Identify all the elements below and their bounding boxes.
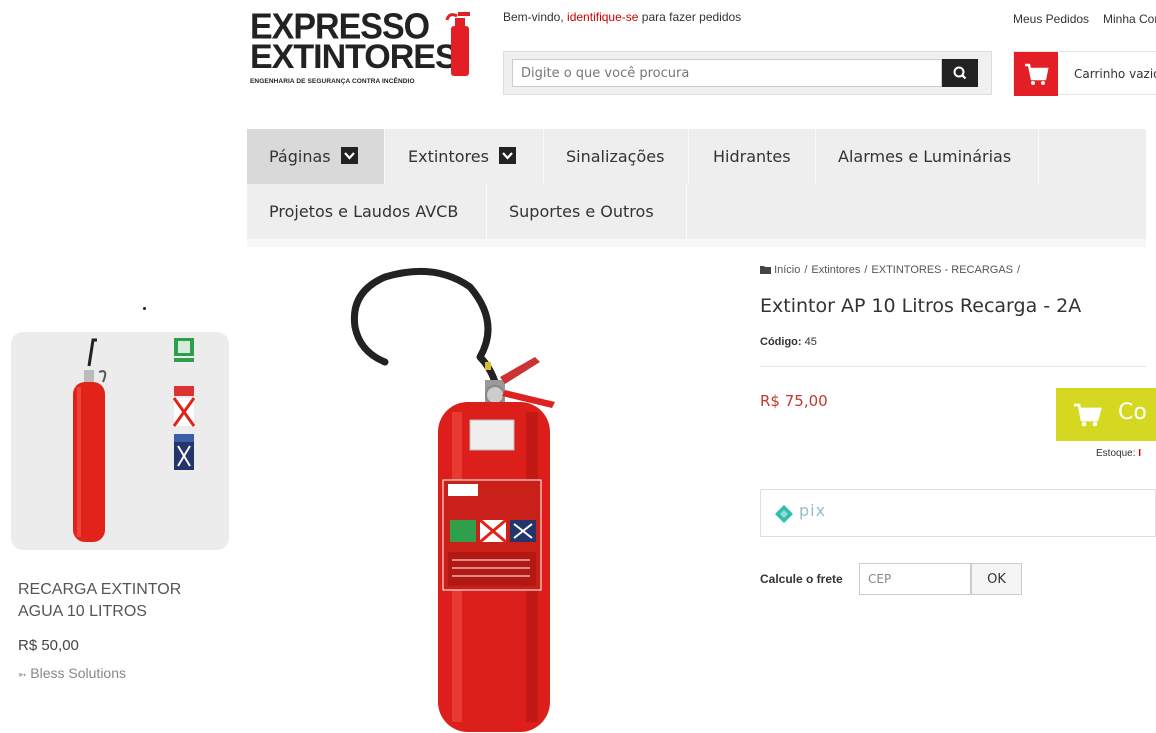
breadcrumb: Início / Extintores / EXTINTORES - RECARGAS /: [760, 264, 1024, 276]
search-button[interactable]: [942, 59, 978, 87]
nav-item-label: Extintores: [408, 147, 489, 166]
welcome-prefix: Bem-vindo,: [503, 10, 564, 24]
login-link[interactable]: identifique-se: [567, 10, 638, 24]
folder-icon: [760, 266, 771, 274]
store-logo[interactable]: EXPRESSO EXTINTORES ENGENHARIA DE SEGURA…: [248, 9, 474, 92]
related-product-price: R$ 50,00: [18, 637, 79, 654]
pix-label: pix: [799, 501, 827, 520]
breadcrumb-item-recargas[interactable]: EXTINTORES - RECARGAS: [871, 264, 1013, 276]
cart-icon: [1025, 63, 1049, 85]
stock-label: Estoque:: [1096, 448, 1136, 459]
my-account-link[interactable]: Minha Conta: [1103, 12, 1156, 26]
nav-item-label: Hidrantes: [713, 147, 791, 166]
credit-label: Bless Solutions: [30, 665, 126, 681]
extinguisher-logo-icon: [445, 12, 470, 76]
divider: [760, 366, 1146, 367]
buy-button-label: Co: [1118, 400, 1147, 425]
cep-input[interactable]: [859, 563, 971, 595]
nav-item-label: Projetos e Laudos AVCB: [269, 202, 459, 221]
breadcrumb-separator: /: [804, 264, 808, 276]
nav-item-hidrantes[interactable]: Hidrantes: [689, 129, 816, 184]
search-input[interactable]: [512, 59, 942, 87]
search-icon: [953, 66, 967, 80]
payment-pix-box: pix: [760, 489, 1156, 537]
logo-tagline: ENGENHARIA DE SEGURANÇA CONTRA INCÊNDIO: [250, 78, 415, 85]
search-bar: [503, 51, 992, 95]
chevron-down-icon: [498, 147, 516, 164]
welcome-suffix: para fazer pedidos: [641, 10, 742, 24]
breadcrumb-separator: /: [1017, 264, 1021, 276]
extinguisher-thumbnail-icon: [73, 338, 196, 542]
product-code-label: Código:: [760, 336, 802, 348]
nav-item-suportes[interactable]: Suportes e Outros: [487, 184, 687, 239]
welcome-message: Bem-vindo, identifique-se para fazer ped…: [503, 10, 741, 24]
cart-widget[interactable]: Carrinho vazio: [1013, 51, 1156, 96]
breadcrumb-item-extintores[interactable]: Extintores: [811, 264, 860, 276]
cart-icon-box[interactable]: [1014, 52, 1058, 96]
breadcrumb-item-home[interactable]: Início: [774, 264, 800, 276]
nav-item-alarmes[interactable]: Alarmes e Luminárias: [816, 129, 1039, 184]
product-image[interactable]: [330, 262, 580, 733]
decorative-dot: [143, 307, 146, 310]
nav-item-extintores[interactable]: Extintores: [385, 129, 544, 184]
nav-divider: [247, 239, 1146, 247]
nav-item-sinalizacoes[interactable]: Sinalizações: [544, 129, 689, 184]
my-orders-link[interactable]: Meus Pedidos: [1013, 12, 1089, 26]
nav-item-label: Suportes e Outros: [509, 202, 654, 221]
nav-item-label: Sinalizações: [566, 147, 665, 166]
product-code-value: 45: [804, 336, 817, 348]
chevron-down-icon: [340, 147, 358, 164]
nav-item-label: Alarmes e Luminárias: [838, 147, 1012, 166]
product-code: Código: 45: [760, 336, 817, 348]
cart-icon: [1074, 403, 1102, 427]
product-price: R$ 75,00: [760, 392, 828, 410]
developer-credit[interactable]: ➳ Bless Solutions: [18, 665, 126, 681]
pix-icon: [775, 505, 793, 523]
related-product-image[interactable]: [11, 332, 229, 550]
nav-item-paginas[interactable]: Páginas: [247, 129, 385, 184]
buy-button[interactable]: Co: [1056, 388, 1156, 441]
related-product-title[interactable]: RECARGA EXTINTOR AGUA 10 LITROS: [18, 579, 218, 623]
cart-label[interactable]: Carrinho vazio: [1074, 67, 1156, 81]
nav-item-projetos[interactable]: Projetos e Laudos AVCB: [247, 184, 487, 239]
calculate-freight-button[interactable]: OK: [971, 563, 1022, 595]
product-title: Extintor AP 10 Litros Recarga - 2A: [760, 295, 1082, 317]
main-nav: Páginas Extintores Sinalizações Hidrante…: [247, 129, 1146, 239]
breadcrumb-separator: /: [864, 264, 868, 276]
freight-label: Calcule o frete: [760, 572, 843, 586]
nav-item-label: Páginas: [269, 147, 331, 166]
bless-logo-icon: ➳: [18, 670, 27, 681]
stock-value: I: [1138, 448, 1142, 459]
logo-line-2: EXTINTORES: [250, 38, 458, 76]
stock-status: Estoque: I: [1096, 448, 1141, 459]
